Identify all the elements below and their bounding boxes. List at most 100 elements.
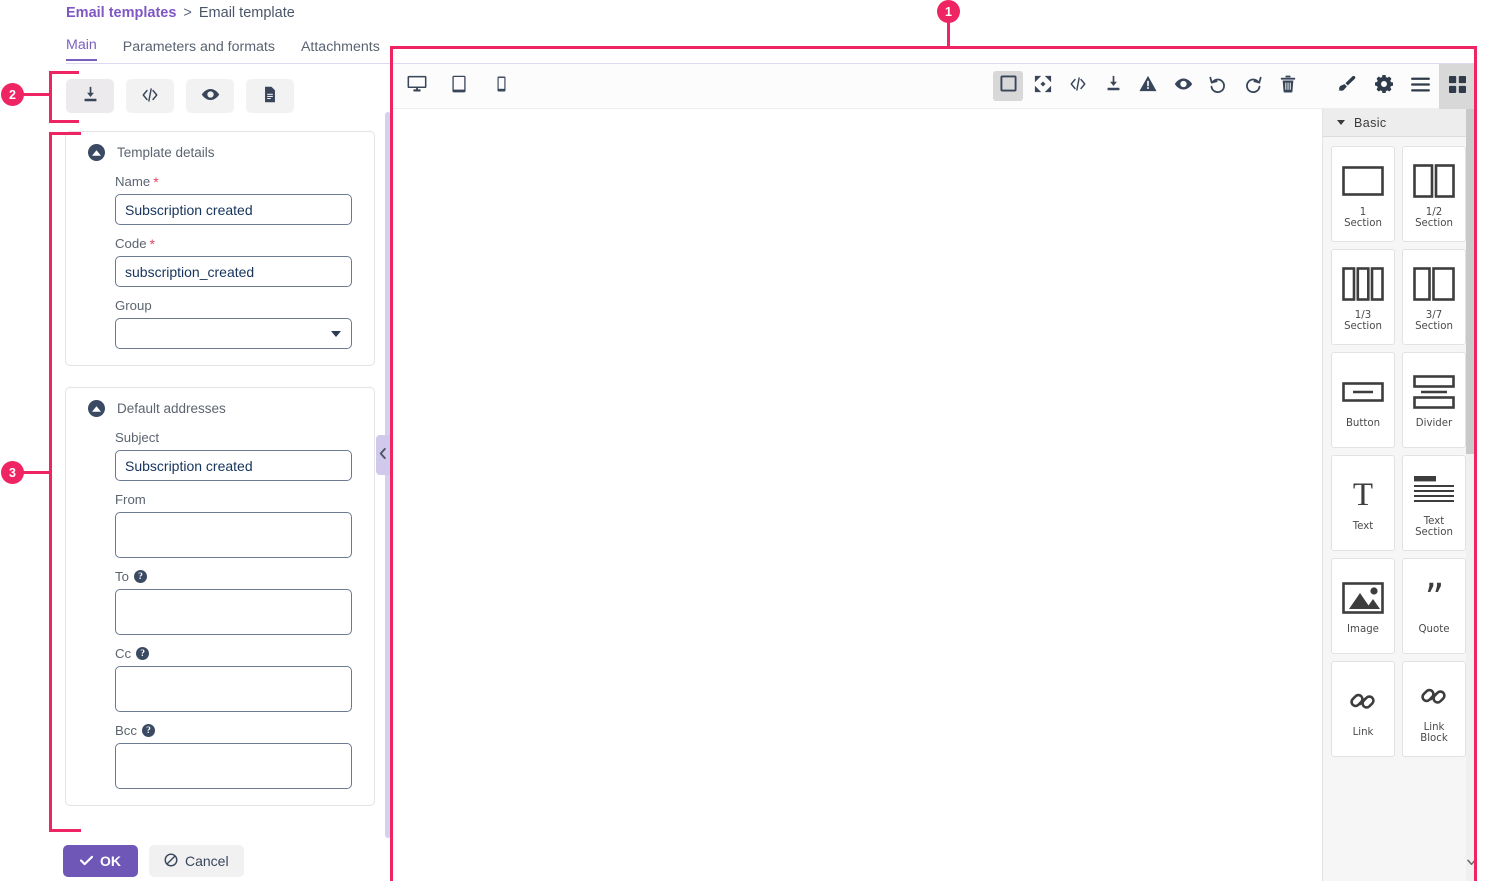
preview-button[interactable]: [186, 79, 234, 113]
cc-field[interactable]: [115, 666, 352, 712]
code-icon: [141, 86, 159, 107]
ok-button[interactable]: OK: [63, 845, 138, 877]
to-label-row: To ?: [115, 569, 352, 584]
block-link-block[interactable]: Link Block: [1402, 661, 1466, 757]
undo-button[interactable]: [1203, 71, 1233, 101]
link-block-icon: [1420, 672, 1448, 720]
tablet-view-button[interactable]: [444, 71, 474, 101]
cancel-button[interactable]: Cancel: [149, 845, 244, 877]
name-field[interactable]: [115, 194, 352, 225]
blocks-panel-scroll-down[interactable]: [1466, 853, 1476, 871]
cc-field-group: Cc ?: [66, 646, 374, 712]
chevron-left-icon: [379, 448, 387, 462]
block-label: Link: [1352, 727, 1374, 739]
annotation-marker-3: 3: [1, 461, 24, 484]
tab-main[interactable]: Main: [66, 37, 97, 61]
paint-brush-icon: [1337, 75, 1356, 99]
blocks-category-header[interactable]: Basic: [1323, 109, 1476, 137]
to-field-group: To ?: [66, 569, 374, 635]
code-field[interactable]: [115, 256, 352, 287]
annotation-1-stem: [947, 20, 950, 48]
preview-button[interactable]: [1168, 71, 1198, 101]
triangle-down-icon: [1337, 120, 1345, 125]
clear-canvas-button[interactable]: [1273, 71, 1303, 101]
block-link[interactable]: Link: [1331, 661, 1395, 757]
from-field[interactable]: [115, 512, 352, 558]
source-code-button[interactable]: [126, 79, 174, 113]
one-section-icon: [1342, 157, 1384, 205]
view-code-button[interactable]: [1063, 71, 1093, 101]
annotation-3-stem: [23, 471, 51, 474]
import-button[interactable]: [1098, 71, 1128, 101]
gear-icon: [1374, 75, 1393, 98]
from-label: From: [115, 492, 146, 507]
block-label: 1/2 Section: [1415, 206, 1453, 230]
tab-attachments[interactable]: Attachments: [301, 39, 380, 61]
chevron-up-icon[interactable]: [88, 400, 105, 417]
group-select[interactable]: [115, 318, 352, 349]
blocks-category-label: Basic: [1354, 115, 1387, 130]
layer-manager-button[interactable]: [1402, 64, 1439, 109]
import-template-button[interactable]: [66, 79, 114, 113]
desktop-icon: [407, 75, 427, 98]
blocks-panel-scroll-thumb[interactable]: [1466, 109, 1476, 454]
block-1-section[interactable]: 1 Section: [1331, 146, 1395, 242]
group-label-row: Group: [115, 298, 352, 313]
blocks-panel-scrollbar[interactable]: [1466, 109, 1476, 881]
block-text-section[interactable]: Text Section: [1402, 455, 1466, 551]
tab-parameters-and-formats[interactable]: Parameters and formats: [123, 39, 275, 61]
block-quote[interactable]: ” Quote: [1402, 558, 1466, 654]
block-half-section[interactable]: 1/2 Section: [1402, 146, 1466, 242]
bcc-field[interactable]: [115, 743, 352, 789]
block-label: Text: [1352, 521, 1374, 533]
code-field-group: Code *: [66, 236, 374, 287]
block-third-section[interactable]: 1/3 Section: [1331, 249, 1395, 345]
settings-button[interactable]: [1365, 64, 1402, 109]
text-t-icon: T: [1352, 477, 1374, 514]
blocks-button[interactable]: [1439, 64, 1476, 109]
help-icon[interactable]: ?: [133, 570, 147, 583]
redo-button[interactable]: [1238, 71, 1268, 101]
annotation-2-bracket-bottom: [49, 120, 79, 123]
email-canvas[interactable]: [390, 109, 1322, 881]
mobile-icon: [497, 75, 506, 97]
block-text[interactable]: T Text: [1331, 455, 1395, 551]
mobile-view-button[interactable]: [486, 71, 516, 101]
to-field[interactable]: [115, 589, 352, 635]
app-root: Email templates > Email template Main Pa…: [0, 0, 1489, 881]
link-icon: [1349, 677, 1377, 725]
cc-label: Cc: [115, 646, 132, 661]
block-image[interactable]: Image: [1331, 558, 1395, 654]
cc-label-row: Cc ?: [115, 646, 352, 661]
collapse-form-panel-handle[interactable]: [376, 435, 390, 475]
desktop-view-button[interactable]: [402, 71, 432, 101]
subject-field[interactable]: [115, 450, 352, 481]
ban-icon: [164, 853, 178, 870]
editor-right-tools: [1328, 64, 1476, 109]
default-addresses-header[interactable]: Default addresses: [66, 400, 374, 419]
style-manager-button[interactable]: [1328, 64, 1365, 109]
half-section-icon: [1413, 157, 1455, 205]
borders-toggle-button[interactable]: [993, 71, 1023, 101]
block-three-seven-section[interactable]: 3/7 Section: [1402, 249, 1466, 345]
bcc-label-row: Bcc ?: [115, 723, 352, 738]
bcc-field-group: Bcc ?: [66, 723, 374, 789]
warning-button[interactable]: [1133, 71, 1163, 101]
template-details-header[interactable]: Template details: [66, 144, 374, 163]
breadcrumb: Email templates > Email template: [66, 5, 295, 21]
block-button[interactable]: Button: [1331, 352, 1395, 448]
help-icon[interactable]: ?: [141, 724, 155, 737]
check-icon: [79, 853, 94, 869]
template-actions-toolbar: [66, 79, 294, 113]
chevron-up-icon[interactable]: [88, 144, 105, 161]
document-button[interactable]: [246, 79, 294, 113]
help-icon[interactable]: ?: [136, 647, 150, 660]
block-label: Button: [1345, 418, 1381, 430]
group-select-wrap[interactable]: [115, 318, 352, 349]
block-label: Text Section: [1415, 515, 1453, 539]
breadcrumb-parent-link[interactable]: Email templates: [66, 5, 176, 21]
hamburger-icon: [1411, 77, 1430, 97]
block-divider[interactable]: Divider: [1402, 352, 1466, 448]
fullscreen-button[interactable]: [1028, 71, 1058, 101]
blocks-grid: 1 Section 1/2 Section 1/3 Section 3/7 Se…: [1323, 137, 1469, 757]
